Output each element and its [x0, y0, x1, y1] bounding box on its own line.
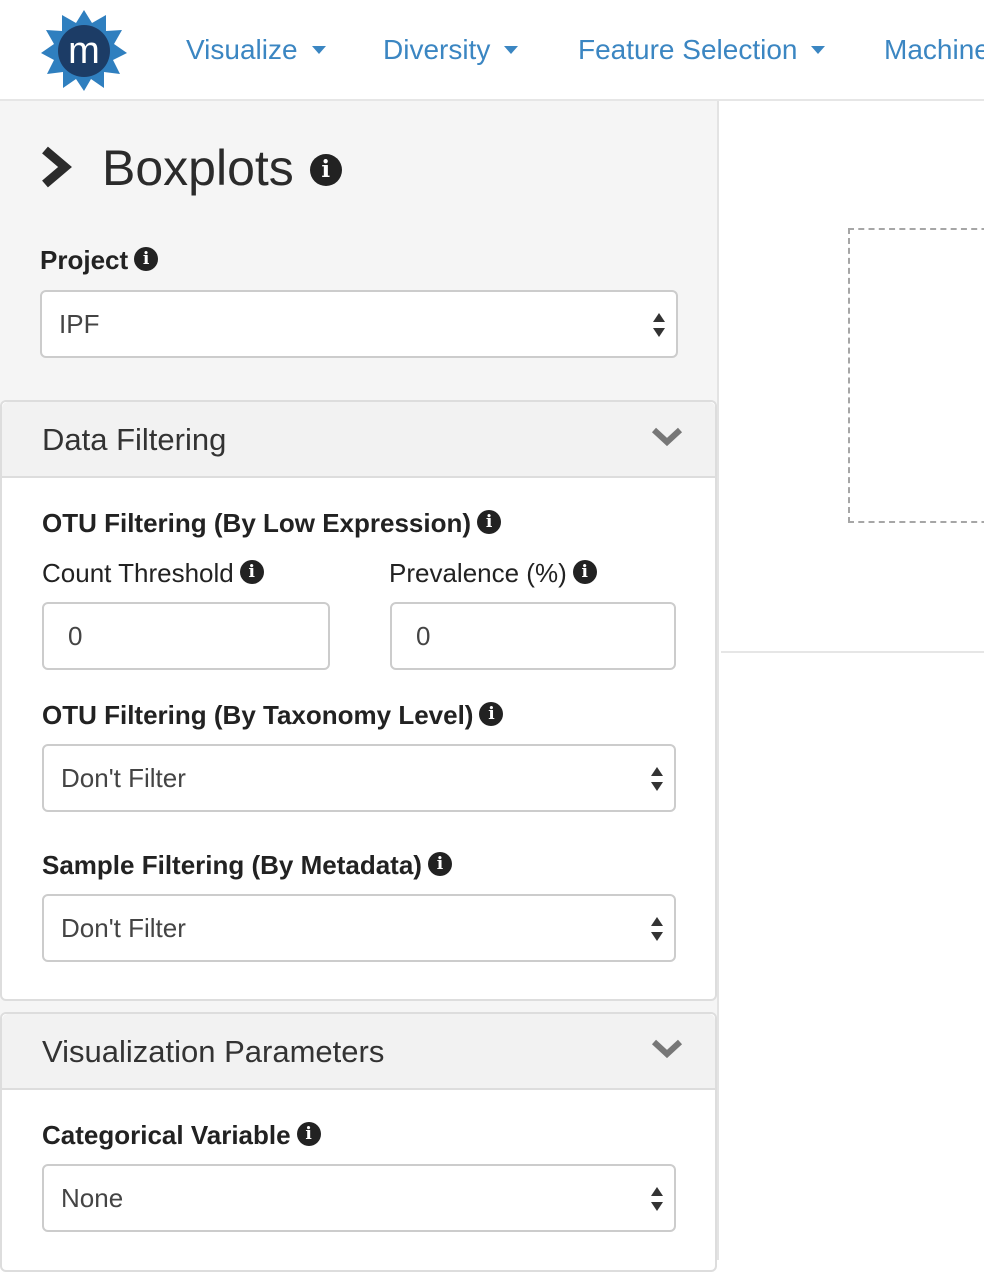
- data-filtering-title: Data Filtering: [42, 422, 227, 457]
- nav-visualize[interactable]: Visualize: [186, 30, 326, 70]
- nav-machine[interactable]: Machine: [884, 30, 984, 70]
- otu-low-expression-label: OTU Filtering (By Low Expression) i: [42, 507, 502, 539]
- caret-down-icon: [811, 45, 826, 54]
- prevalence-label: Prevalence (%) i: [389, 557, 597, 589]
- select-arrows-icon: [653, 313, 665, 337]
- sample-metadata-label-text: Sample Filtering (By Metadata): [42, 850, 422, 880]
- logo-star-icon: m: [41, 10, 127, 91]
- otu-taxonomy-select-value: Don't Filter: [61, 763, 186, 793]
- count-threshold-label-text: Count Threshold: [42, 558, 234, 588]
- main-plot-area: [721, 101, 984, 653]
- top-navbar: m Visualize Diversity Feature Selection …: [0, 0, 984, 101]
- info-icon[interactable]: i: [134, 247, 159, 272]
- categorical-variable-select-value: None: [61, 1183, 124, 1213]
- categorical-variable-label: Categorical Variable i: [42, 1119, 321, 1151]
- categorical-variable-select[interactable]: None: [42, 1164, 676, 1232]
- info-icon[interactable]: i: [296, 1122, 321, 1147]
- project-label: Project i: [40, 244, 159, 276]
- info-icon[interactable]: i: [479, 702, 504, 727]
- categorical-variable-label-text: Categorical Variable: [42, 1120, 291, 1150]
- chevron-right-icon[interactable]: [38, 145, 72, 189]
- select-arrows-icon: [651, 767, 663, 791]
- sample-metadata-select[interactable]: Don't Filter: [42, 894, 676, 962]
- otu-taxonomy-label-text: OTU Filtering (By Taxonomy Level): [42, 700, 474, 730]
- prevalence-value: 0: [416, 621, 431, 651]
- info-icon[interactable]: i: [427, 852, 452, 877]
- select-arrows-icon: [651, 917, 663, 941]
- caret-down-icon: [504, 45, 519, 54]
- page-title: Boxplots i: [102, 141, 342, 195]
- info-icon[interactable]: i: [239, 560, 264, 585]
- count-threshold-value: 0: [68, 621, 83, 651]
- count-threshold-input[interactable]: 0: [42, 602, 330, 670]
- visualization-parameters-header[interactable]: Visualization Parameters: [2, 1014, 715, 1090]
- visualization-parameters-title: Visualization Parameters: [42, 1034, 385, 1069]
- nav-machine-label: Machine: [884, 34, 984, 65]
- otu-taxonomy-label: OTU Filtering (By Taxonomy Level) i: [42, 699, 504, 731]
- project-select[interactable]: IPF: [40, 290, 678, 358]
- data-filtering-header[interactable]: Data Filtering: [2, 402, 715, 478]
- info-icon[interactable]: i: [477, 510, 502, 535]
- count-threshold-label: Count Threshold i: [42, 557, 264, 589]
- info-icon[interactable]: i: [572, 560, 597, 585]
- project-select-value: IPF: [59, 309, 100, 339]
- otu-low-expression-label-text: OTU Filtering (By Low Expression): [42, 508, 472, 538]
- page-title-text: Boxplots: [102, 140, 294, 196]
- otu-taxonomy-select[interactable]: Don't Filter: [42, 744, 676, 812]
- chevron-down-icon[interactable]: [651, 426, 683, 448]
- nav-diversity[interactable]: Diversity: [383, 30, 519, 70]
- prevalence-label-text: Prevalence (%): [389, 558, 567, 588]
- chevron-down-icon[interactable]: [651, 1038, 683, 1060]
- caret-down-icon: [311, 45, 326, 54]
- data-filtering-panel: Data Filtering OTU Filtering (By Low Exp…: [0, 400, 717, 1001]
- app-logo[interactable]: m: [40, 8, 128, 92]
- nav-visualize-label: Visualize: [186, 34, 298, 65]
- sample-metadata-select-value: Don't Filter: [61, 913, 186, 943]
- nav-feature-selection[interactable]: Feature Selection: [578, 30, 826, 70]
- nav-diversity-label: Diversity: [383, 34, 491, 65]
- visualization-parameters-panel: Visualization Parameters Categorical Var…: [0, 1012, 717, 1272]
- project-label-text: Project: [40, 245, 129, 275]
- prevalence-input[interactable]: 0: [390, 602, 676, 670]
- info-icon[interactable]: i: [309, 153, 342, 186]
- nav-feature-selection-label: Feature Selection: [578, 34, 798, 65]
- logo-letter: m: [68, 30, 100, 72]
- sample-metadata-label: Sample Filtering (By Metadata) i: [42, 849, 452, 881]
- select-arrows-icon: [651, 1187, 663, 1211]
- plot-placeholder: [848, 228, 984, 523]
- sidebar: Boxplots i Project i IPF Data Filtering OT…: [0, 101, 719, 1272]
